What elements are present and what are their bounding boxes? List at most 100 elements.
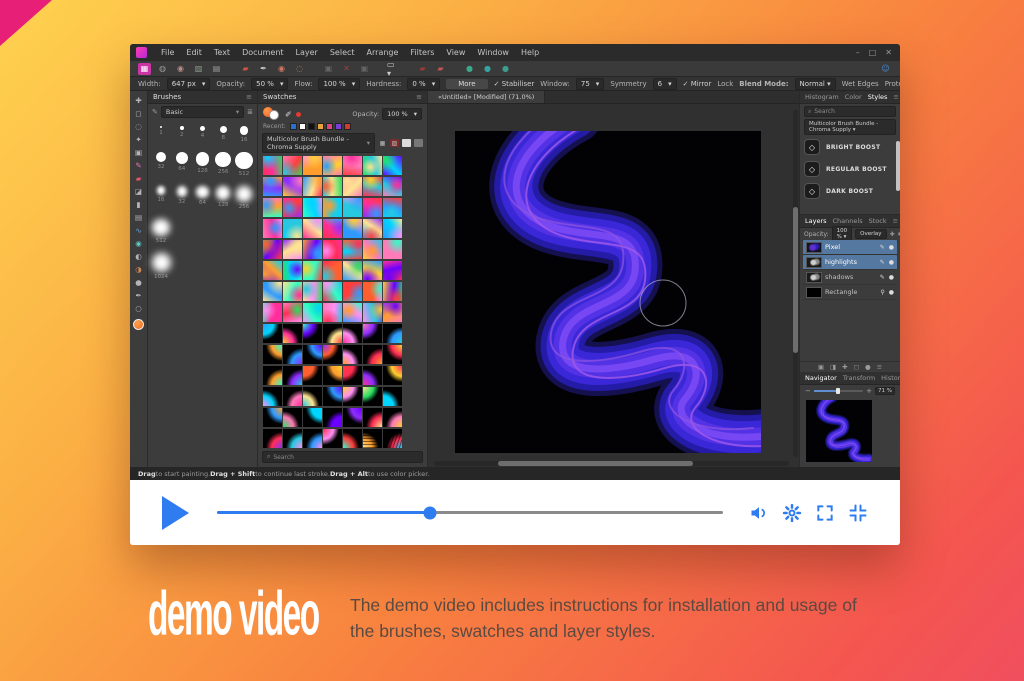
brush-preset[interactable]: 2 [173,126,191,143]
zoom-percent-field[interactable]: 71 % [875,387,895,395]
swatch-thumbnail[interactable] [323,366,342,385]
tab-styles[interactable]: Styles [868,93,888,101]
swatch-thumbnail[interactable] [383,240,402,259]
swatch-thumbnail[interactable] [323,324,342,343]
move-tool[interactable]: ✚ [132,94,146,106]
swatch-thumbnail[interactable] [363,282,382,301]
swatch-thumbnail[interactable] [343,198,362,217]
menu-arrange[interactable]: Arrange [361,46,405,59]
warp-icon[interactable]: ▰ [416,63,429,75]
color-picker-icon[interactable]: ✐ [285,110,292,119]
menu-help[interactable]: Help [515,46,545,59]
pen-icon[interactable]: ✒ [257,63,270,75]
lock-checkbox[interactable]: Lock [717,80,733,88]
search-color-icon[interactable]: ◌ [293,63,306,75]
settings-icon[interactable] [782,503,802,523]
swatch-thumbnail[interactable] [363,429,382,448]
pixel-tool[interactable]: ▰ [132,172,146,184]
brush-preset[interactable]: 128 [214,186,232,210]
swatch-thumbnail[interactable] [363,324,382,343]
symmetry-field[interactable]: 6▾ [653,78,677,90]
protect-alpha-checkbox[interactable]: Protect Alpha [885,80,900,88]
swatch-thumbnail[interactable] [383,219,402,238]
swatch-thumbnail[interactable] [263,219,282,238]
swatch-thumbnail[interactable] [383,387,402,406]
swatch-thumbnail[interactable] [263,282,282,301]
swatch-thumbnail[interactable] [363,198,382,217]
fg-bg-color-selector[interactable] [263,107,281,121]
brush-preset[interactable]: 256 [214,152,232,177]
erase-tool[interactable]: ◪ [132,185,146,197]
panel-menu-icon[interactable]: ≡ [246,93,252,101]
navigator-zoom-slider[interactable]: − + 71 % [800,385,900,397]
stabiliser-checkbox[interactable]: ✓ Stabiliser [494,80,535,88]
swatch-thumbnail[interactable] [283,345,302,364]
crop-tool[interactable]: ▣ [132,146,146,158]
swatch-thumbnail[interactable] [283,156,302,175]
swatch-thumbnail[interactable] [303,282,322,301]
style-item[interactable]: ◇DARK BOOST [804,183,896,199]
swatch-thumbnail[interactable] [363,240,382,259]
layers-toolbar-icon[interactable]: ▣ [818,363,824,371]
smudge-tool[interactable]: ∿ [132,224,146,236]
export-persona-icon[interactable]: ▤ [210,63,223,75]
swatch-thumbnail[interactable] [323,408,342,427]
brush-preset[interactable]: 16 [235,126,253,143]
swatch-thumbnail[interactable] [343,408,362,427]
brush-preset[interactable]: 32 [152,152,170,177]
swatch-thumbnail[interactable] [263,156,282,175]
layers-toolbar-icon[interactable]: ● [865,363,871,371]
swatch-thumbnail[interactable] [383,303,402,322]
swatch-thumbnail[interactable] [263,366,282,385]
snap-icon[interactable]: ● [463,63,476,75]
tab-layers[interactable]: Layers [805,217,827,225]
swatch-thumbnail[interactable] [303,219,322,238]
swatch-thumbnail[interactable] [343,429,362,448]
menu-text[interactable]: Text [208,46,236,59]
fill-tool[interactable]: ▮ [132,198,146,210]
volume-icon[interactable] [749,503,769,523]
swatch-thumbnail[interactable] [343,303,362,322]
swatch-thumbnail[interactable] [323,387,342,406]
brush-preset[interactable]: 128 [194,152,212,177]
swatch-thumbnail[interactable] [363,345,382,364]
selection-brush-tool[interactable]: ◌ [132,120,146,132]
panel-menu-icon[interactable]: ≡ [416,93,422,101]
zoom-out-icon[interactable]: − [805,387,811,395]
gray-swatch-icon[interactable] [414,139,423,147]
swatch-thumbnail[interactable] [263,261,282,280]
delete-disabled-icon[interactable]: ✕ [340,63,353,75]
layer-settings-icon[interactable]: ✱ [898,231,900,238]
dodge-tool[interactable]: ◐ [132,250,146,262]
swatch-thumbnail[interactable] [383,324,402,343]
layers-toolbar-icon[interactable]: ◻ [854,363,859,371]
app-persona-icon[interactable]: ▦ [138,63,151,75]
recent-swatch[interactable] [326,123,333,130]
white-swatch-icon[interactable] [402,139,411,147]
pen-tool[interactable]: ✒ [132,289,146,301]
swatch-thumbnail[interactable] [303,345,322,364]
visibility-icon[interactable]: ● [889,274,894,281]
swatch-thumbnail[interactable] [383,429,402,448]
swatch-thumbnail[interactable] [323,303,342,322]
styles-bundle-dropdown[interactable]: Multicolor Brush Bundle - Chroma Supply … [804,119,896,135]
flag-icon[interactable]: ▰ [239,63,252,75]
grid-view-icon[interactable]: ▦ [378,139,387,147]
styles-search-input[interactable]: ⌕ Search [804,106,896,117]
swatch-thumbnail[interactable] [363,366,382,385]
menu-filters[interactable]: Filters [404,46,440,59]
swatch-thumbnail[interactable] [383,261,402,280]
brush-preset[interactable]: 64 [173,152,191,177]
swatch-thumbnail[interactable] [283,198,302,217]
swatch-thumbnail[interactable] [383,282,402,301]
swatch-thumbnail[interactable] [343,156,362,175]
swatch-thumbnail[interactable] [303,177,322,196]
swatch-thumbnail[interactable] [323,240,342,259]
swatch-thumbnail[interactable] [383,177,402,196]
menu-select[interactable]: Select [324,46,361,59]
swatch-thumbnail[interactable] [303,387,322,406]
swatch-thumbnail[interactable] [343,387,362,406]
swatch-thumbnail[interactable] [303,156,322,175]
window-field[interactable]: 75▾ [576,78,604,90]
clone-tool[interactable]: ◉ [132,237,146,249]
